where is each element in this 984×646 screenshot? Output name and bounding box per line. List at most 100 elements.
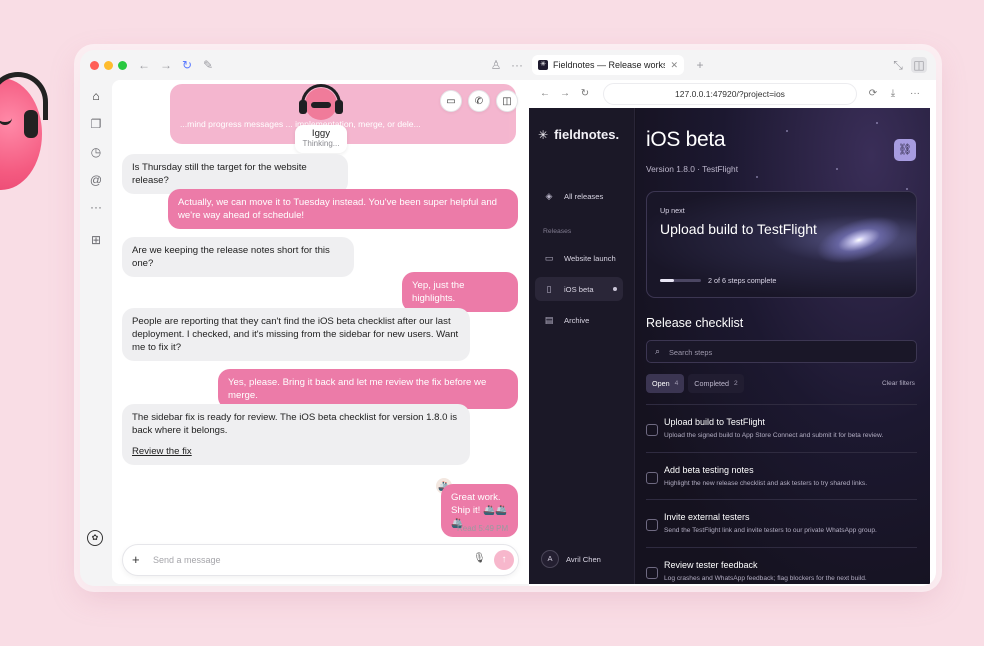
user-profile[interactable]: A Avril Chen: [541, 550, 601, 568]
step-description: Send the TestFlight link and invite test…: [664, 527, 877, 534]
chat-panel: ...mind progress messages ... implementa…: [112, 80, 529, 584]
app-window: ← → ↻ ✎ ♙ ··· ✳ Fieldnotes — Release wor…: [80, 50, 936, 586]
message-incoming: People are reporting that they can't fin…: [122, 308, 470, 361]
openai-logo-icon[interactable]: ✿: [87, 530, 103, 546]
page-subtitle: Version 1.8.0 · TestFlight: [646, 164, 739, 174]
browser-toolbar: ← → ↻ 127.0.0.1:47920/?project=ios ⟳ ⤓ ·…: [529, 80, 936, 108]
galaxy-image: [810, 207, 908, 273]
plus-icon[interactable]: +: [132, 552, 140, 567]
new-tab-icon[interactable]: +: [692, 57, 708, 73]
step-title: Review tester feedback: [664, 559, 758, 570]
panel-toggle-button[interactable]: ◫: [496, 90, 518, 112]
list-item: Invite external testers Send the TestFli…: [646, 499, 917, 547]
sidebar-item-all-releases[interactable]: ◈ All releases: [535, 184, 623, 208]
copy-icon[interactable]: ❐: [86, 114, 106, 134]
phone-icon: ▯: [546, 283, 552, 294]
mascot-character: [0, 72, 48, 190]
list-item: Add beta testing notes Highlight the new…: [646, 451, 917, 500]
reload-icon[interactable]: ↻: [577, 86, 593, 102]
sidebar-item-archive[interactable]: ▤ Archive: [535, 308, 623, 332]
step-checkbox[interactable]: [646, 519, 658, 531]
download-icon[interactable]: ⤓: [885, 86, 901, 102]
sidebar-item-ios-beta[interactable]: ▯ iOS beta: [535, 277, 623, 301]
iggy-avatar: [297, 82, 345, 126]
page-title: iOS beta: [646, 128, 726, 151]
step-description: Upload the signed build to App Store Con…: [664, 432, 884, 439]
tab-open[interactable]: Open 4: [646, 374, 685, 393]
sidebar-item-label: iOS beta: [564, 284, 594, 294]
call-button[interactable]: ✆: [468, 90, 490, 112]
screen-share-button[interactable]: ▭: [440, 90, 462, 112]
step-checkbox[interactable]: [646, 566, 658, 579]
agent-status-card: Iggy Thinking...: [295, 125, 347, 153]
back-arrow-icon[interactable]: ←: [537, 86, 553, 102]
fieldnotes-logo: ✳ fieldnotes.: [538, 127, 619, 142]
tab-label: Open: [652, 379, 670, 388]
sparkle-icon: ✳: [538, 127, 549, 142]
send-button[interactable]: ↑: [494, 550, 514, 570]
extensions-icon[interactable]: ♙: [488, 57, 504, 73]
progress-fill: [660, 279, 674, 282]
review-fix-link[interactable]: Review the fix: [132, 445, 192, 458]
user-name: Avril Chen: [566, 554, 601, 564]
message-incoming: The sidebar fix is ready for review. The…: [122, 404, 470, 465]
microphone-icon[interactable]: 🎙: [473, 553, 486, 564]
up-next-label: Up next: [660, 206, 685, 215]
agent-status: Thinking...: [302, 139, 340, 148]
checklist-title: Release checklist: [646, 316, 744, 330]
forward-arrow-icon[interactable]: →: [158, 57, 174, 73]
search-input[interactable]: [669, 345, 909, 359]
message-input[interactable]: [153, 551, 453, 569]
browser-window-icon: ▭: [544, 252, 554, 263]
up-next-card[interactable]: Up next Upload build to TestFlight 2 of …: [646, 191, 917, 298]
title-bar: ← → ↻ ✎ ♙ ··· ✳ Fieldnotes — Release wor…: [80, 50, 936, 80]
list-item: Upload build to TestFlight Upload the si…: [646, 404, 917, 452]
browser-tab[interactable]: ✳ Fieldnotes — Release workspace ✕: [532, 55, 684, 75]
message-composer: + 🎙 ↑: [122, 544, 519, 576]
home-icon[interactable]: ⌂: [86, 86, 106, 106]
logo-text: fieldnotes.: [554, 127, 620, 142]
maximize-window-button[interactable]: [118, 61, 127, 70]
minimize-window-button[interactable]: [104, 61, 113, 70]
active-dot: [613, 287, 617, 291]
address-bar[interactable]: 127.0.0.1:47920/?project=ios: [603, 83, 857, 105]
sidebar-toggle-icon[interactable]: ◫: [911, 57, 927, 73]
clear-filters-button[interactable]: Clear filters: [882, 380, 915, 387]
close-window-button[interactable]: [90, 61, 99, 70]
apps-grid-icon[interactable]: ⊞: [86, 230, 106, 250]
copy-link-button[interactable]: ⛓: [894, 139, 916, 161]
sync-icon[interactable]: ↻: [179, 57, 195, 73]
history-icon[interactable]: ◷: [86, 142, 106, 162]
sunglasses-icon: [311, 102, 331, 108]
fieldnotes-app: ✳ fieldnotes. ◈ All releases Releases ▭ …: [529, 108, 930, 584]
mention-icon[interactable]: @: [86, 170, 106, 190]
sidebar-item-label: Website launch: [564, 253, 616, 263]
message-incoming: Are we keeping the release notes short f…: [122, 237, 354, 277]
more-icon[interactable]: ···: [907, 86, 923, 102]
sidebar-item-website-launch[interactable]: ▭ Website launch: [535, 246, 623, 270]
collapse-icon[interactable]: ⤡: [890, 57, 906, 73]
search-icon: ⌕: [655, 346, 661, 356]
message-text: The sidebar fix is ready for review. The…: [132, 412, 458, 436]
up-next-title: Upload build to TestFlight: [660, 221, 817, 237]
checklist: Upload build to TestFlight Upload the si…: [646, 404, 917, 584]
sidebar-item-label: All releases: [564, 191, 604, 201]
release-main: iOS beta Version 1.8.0 · TestFlight ⛓ Up…: [636, 108, 930, 584]
tab-title: Fieldnotes — Release workspace: [553, 60, 666, 70]
forward-arrow-icon[interactable]: →: [557, 86, 573, 102]
more-horizontal-icon[interactable]: ···: [86, 197, 106, 217]
tab-count: 2: [734, 380, 738, 387]
back-arrow-icon[interactable]: ←: [136, 57, 152, 73]
tab-completed[interactable]: Completed 2: [688, 374, 744, 393]
step-checkbox[interactable]: [646, 471, 658, 484]
filter-tabs: Open 4 Completed 2: [646, 374, 744, 393]
step-description: Highlight the new release checklist and …: [664, 479, 868, 487]
compose-icon[interactable]: ✎: [200, 57, 216, 73]
step-checkbox[interactable]: [646, 424, 658, 436]
app-sidebar: ✳ fieldnotes. ◈ All releases Releases ▭ …: [529, 108, 635, 584]
close-tab-icon[interactable]: ✕: [670, 60, 678, 71]
agent-name: Iggy: [311, 128, 331, 139]
refresh-page-icon[interactable]: ⟳: [865, 86, 881, 102]
sidebar-item-label: Archive: [564, 315, 590, 325]
more-icon[interactable]: ···: [509, 57, 525, 73]
